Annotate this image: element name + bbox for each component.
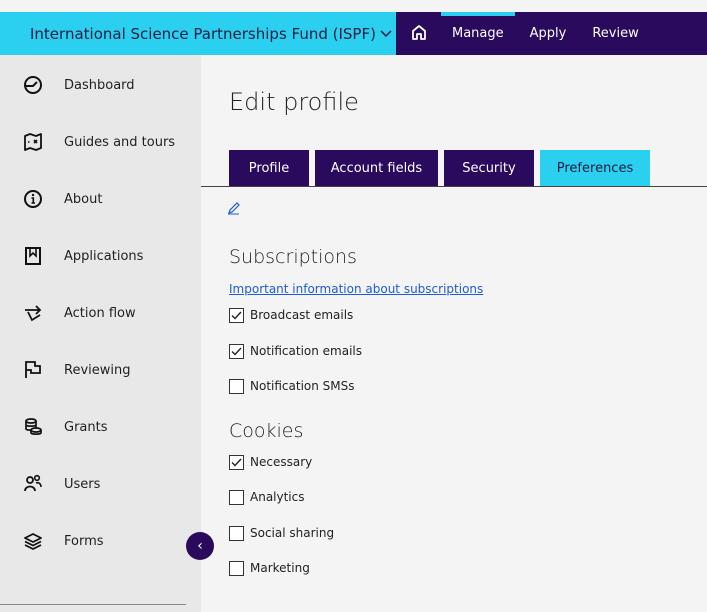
tab-profile[interactable]: Profile bbox=[229, 150, 309, 186]
subscriptions-heading: Subscriptions bbox=[229, 246, 357, 268]
sidebar-item-label: Users bbox=[64, 476, 101, 492]
top-bar: International Science Partnerships Fund … bbox=[0, 12, 707, 55]
users-icon bbox=[0, 474, 64, 494]
tabs-underline bbox=[201, 186, 707, 187]
checkbox[interactable] bbox=[229, 307, 244, 323]
subscriptions-info-link[interactable]: Important information about subscription… bbox=[229, 282, 483, 296]
checkbox[interactable] bbox=[229, 378, 244, 394]
home-icon bbox=[410, 23, 428, 45]
sidebar-item-label: Action flow bbox=[64, 305, 136, 321]
checkbox[interactable] bbox=[229, 454, 244, 470]
checkbox-label: Notification SMSs bbox=[250, 379, 355, 393]
nav-manage[interactable]: Manage bbox=[442, 12, 514, 55]
tab-account-fields[interactable]: Account fields bbox=[315, 150, 438, 186]
sidebar-item-label: Applications bbox=[64, 248, 144, 264]
home-button[interactable] bbox=[396, 12, 442, 55]
sidebar-item-label: Reviewing bbox=[64, 362, 131, 378]
program-selector[interactable]: International Science Partnerships Fund … bbox=[0, 12, 396, 55]
sidebar-item-about[interactable]: About bbox=[0, 179, 201, 219]
program-name: International Science Partnerships Fund … bbox=[30, 24, 376, 43]
tab-security[interactable]: Security bbox=[444, 150, 534, 186]
checkbox[interactable] bbox=[229, 525, 244, 541]
checkbox-analytics[interactable]: Analytics bbox=[229, 487, 305, 507]
sidebar-item-label: Grants bbox=[64, 419, 108, 435]
cookies-heading: Cookies bbox=[229, 420, 304, 442]
sidebar-item-dashboard[interactable]: Dashboard bbox=[0, 65, 201, 105]
coins-icon bbox=[0, 417, 64, 437]
sidebar-item-label: Guides and tours bbox=[64, 134, 176, 150]
main-nav: Manage Apply Review bbox=[396, 12, 707, 55]
sidebar-item-action-flow[interactable]: Action flow bbox=[0, 293, 201, 333]
checkbox-notification-emails[interactable]: Notification emails bbox=[229, 341, 362, 361]
flow-arrow-icon bbox=[0, 303, 64, 323]
checkbox-social-sharing[interactable]: Social sharing bbox=[229, 523, 334, 543]
sidebar-item-forms[interactable]: Forms bbox=[0, 521, 201, 561]
checkbox-broadcast-emails[interactable]: Broadcast emails bbox=[229, 305, 353, 325]
checkbox-label: Social sharing bbox=[250, 526, 335, 540]
chevron-down-icon bbox=[380, 27, 392, 41]
edit-pencil-icon[interactable] bbox=[227, 200, 241, 219]
nav-active-indicator bbox=[441, 12, 515, 16]
sidebar-item-users[interactable]: Users bbox=[0, 464, 201, 504]
main-content: Edit profile Profile Account fields Secu… bbox=[201, 55, 707, 612]
sidebar-item-guides-and-tours[interactable]: Guides and tours bbox=[0, 122, 201, 162]
checkbox[interactable] bbox=[229, 560, 244, 576]
sidebar-item-label: Forms bbox=[64, 533, 104, 549]
profile-tabs: Profile Account fields Security Preferen… bbox=[229, 150, 656, 187]
sidebar-item-label: About bbox=[64, 191, 103, 207]
map-icon bbox=[0, 132, 64, 152]
sidebar-item-reviewing[interactable]: Reviewing bbox=[0, 350, 201, 390]
flag-icon bbox=[0, 360, 64, 380]
checkbox-label: Notification emails bbox=[250, 344, 363, 358]
checkbox-notification-smss[interactable]: Notification SMSs bbox=[229, 376, 355, 396]
nav-review[interactable]: Review bbox=[582, 12, 648, 55]
checkbox-marketing[interactable]: Marketing bbox=[229, 558, 310, 578]
sidebar: Dashboard Guides and tours About Applica… bbox=[0, 55, 201, 612]
checkbox-label: Broadcast emails bbox=[250, 308, 354, 322]
checkbox-label: Marketing bbox=[250, 561, 310, 575]
dashboard-gauge-icon bbox=[0, 75, 64, 95]
checkbox-label: Necessary bbox=[250, 455, 313, 469]
tab-preferences[interactable]: Preferences bbox=[540, 150, 650, 187]
bookmark-icon bbox=[0, 246, 64, 266]
checkbox[interactable] bbox=[229, 343, 244, 359]
page-title: Edit profile bbox=[229, 88, 359, 116]
info-icon bbox=[0, 189, 64, 209]
sidebar-item-applications[interactable]: Applications bbox=[0, 236, 201, 276]
sidebar-item-label: Dashboard bbox=[64, 77, 135, 93]
layers-icon bbox=[0, 531, 64, 551]
sidebar-item-grants[interactable]: Grants bbox=[0, 407, 201, 447]
checkbox[interactable] bbox=[229, 489, 244, 505]
nav-apply[interactable]: Apply bbox=[520, 12, 577, 55]
checkbox-necessary[interactable]: Necessary bbox=[229, 452, 312, 472]
sidebar-divider bbox=[0, 604, 186, 605]
checkbox-label: Analytics bbox=[250, 490, 305, 504]
